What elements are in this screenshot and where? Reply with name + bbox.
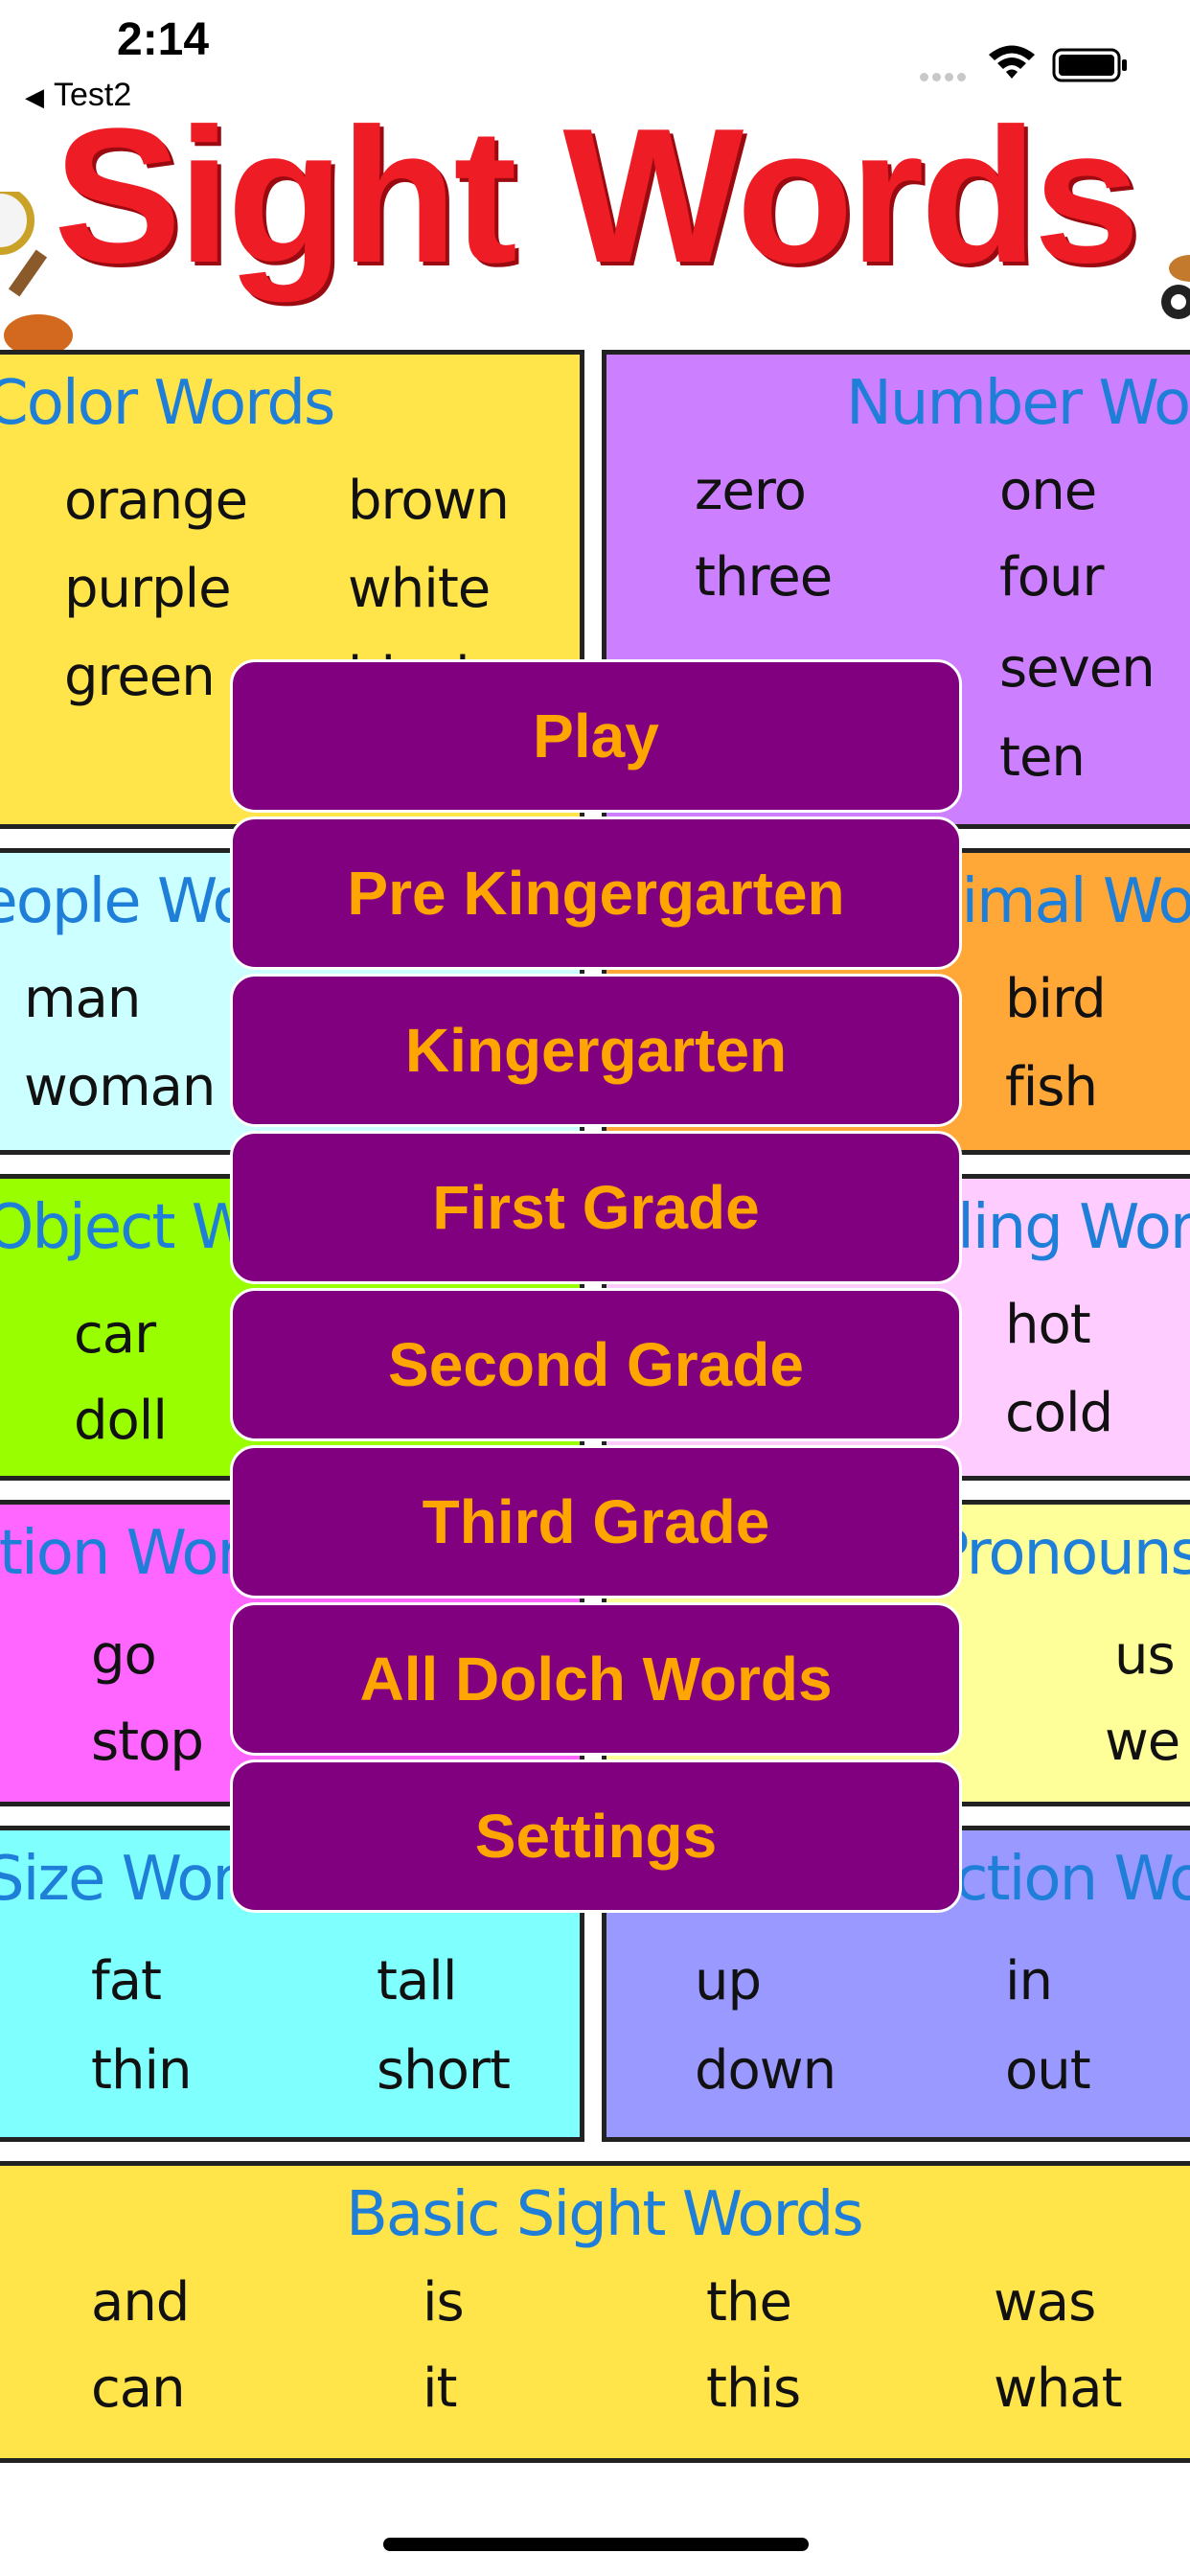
word: brown bbox=[348, 470, 510, 532]
word: orange bbox=[64, 470, 248, 532]
panel-title: Pronouns bbox=[932, 1518, 1190, 1589]
second-grade-button[interactable]: Second Grade bbox=[230, 1288, 962, 1441]
word: up bbox=[695, 1950, 762, 2012]
word: was bbox=[994, 2271, 1096, 2334]
word: go bbox=[91, 1624, 157, 1687]
word: and bbox=[91, 2271, 190, 2334]
word: down bbox=[695, 2039, 836, 2102]
third-grade-button[interactable]: Third Grade bbox=[230, 1445, 962, 1598]
word: man bbox=[24, 968, 141, 1030]
word: what bbox=[994, 2358, 1123, 2420]
play-button[interactable]: Play bbox=[230, 659, 962, 813]
word: fish bbox=[1005, 1056, 1098, 1118]
word: tall bbox=[377, 1950, 457, 2012]
word: thin bbox=[91, 2039, 192, 2102]
pre-kindergarten-button[interactable]: Pre Kingergarten bbox=[230, 816, 962, 970]
word: us bbox=[1114, 1624, 1176, 1687]
all-dolch-words-button[interactable]: All Dolch Words bbox=[230, 1602, 962, 1756]
word: cold bbox=[1005, 1382, 1113, 1444]
word: green bbox=[64, 646, 216, 708]
word: can bbox=[91, 2358, 186, 2420]
panel-title: Number Words bbox=[846, 368, 1190, 439]
home-indicator[interactable] bbox=[383, 2538, 809, 2551]
cellular-signal-icon bbox=[920, 67, 973, 81]
word: purple bbox=[64, 558, 232, 620]
word: stop bbox=[91, 1711, 204, 1773]
word: one bbox=[999, 460, 1097, 522]
word: seven bbox=[999, 637, 1156, 700]
word: four bbox=[999, 546, 1104, 609]
word: fat bbox=[91, 1950, 162, 2012]
word: in bbox=[1005, 1950, 1053, 2012]
panel-title: Basic Sight Words bbox=[346, 2179, 864, 2250]
word: white bbox=[348, 558, 491, 620]
word: out bbox=[1005, 2039, 1091, 2102]
settings-button[interactable]: Settings bbox=[230, 1760, 962, 1913]
word: zero bbox=[695, 460, 807, 522]
word: car bbox=[74, 1303, 156, 1366]
poster-title: Sight Words bbox=[53, 89, 1140, 303]
word: doll bbox=[74, 1390, 168, 1452]
word: ten bbox=[999, 726, 1086, 789]
toy-car-icon bbox=[1161, 255, 1190, 319]
word: bird bbox=[1005, 968, 1107, 1030]
panel-title: Color Words bbox=[0, 368, 335, 439]
word: short bbox=[377, 2039, 511, 2102]
battery-icon bbox=[1052, 48, 1127, 82]
word: hot bbox=[1005, 1294, 1091, 1356]
panel-basic-sight-words: Basic Sight Words and is the was can it … bbox=[0, 2161, 1190, 2463]
word: this bbox=[706, 2358, 801, 2420]
status-time: 2:14 bbox=[117, 14, 210, 65]
magnifying-glass-icon bbox=[0, 192, 73, 355]
word: is bbox=[423, 2271, 465, 2334]
kindergarten-button[interactable]: Kingergarten bbox=[230, 974, 962, 1127]
word: three bbox=[695, 546, 833, 609]
word: the bbox=[706, 2271, 792, 2334]
word: woman bbox=[24, 1056, 216, 1118]
word: we bbox=[1105, 1711, 1180, 1773]
wifi-icon bbox=[989, 45, 1035, 79]
word: it bbox=[423, 2358, 458, 2420]
first-grade-button[interactable]: First Grade bbox=[230, 1131, 962, 1284]
